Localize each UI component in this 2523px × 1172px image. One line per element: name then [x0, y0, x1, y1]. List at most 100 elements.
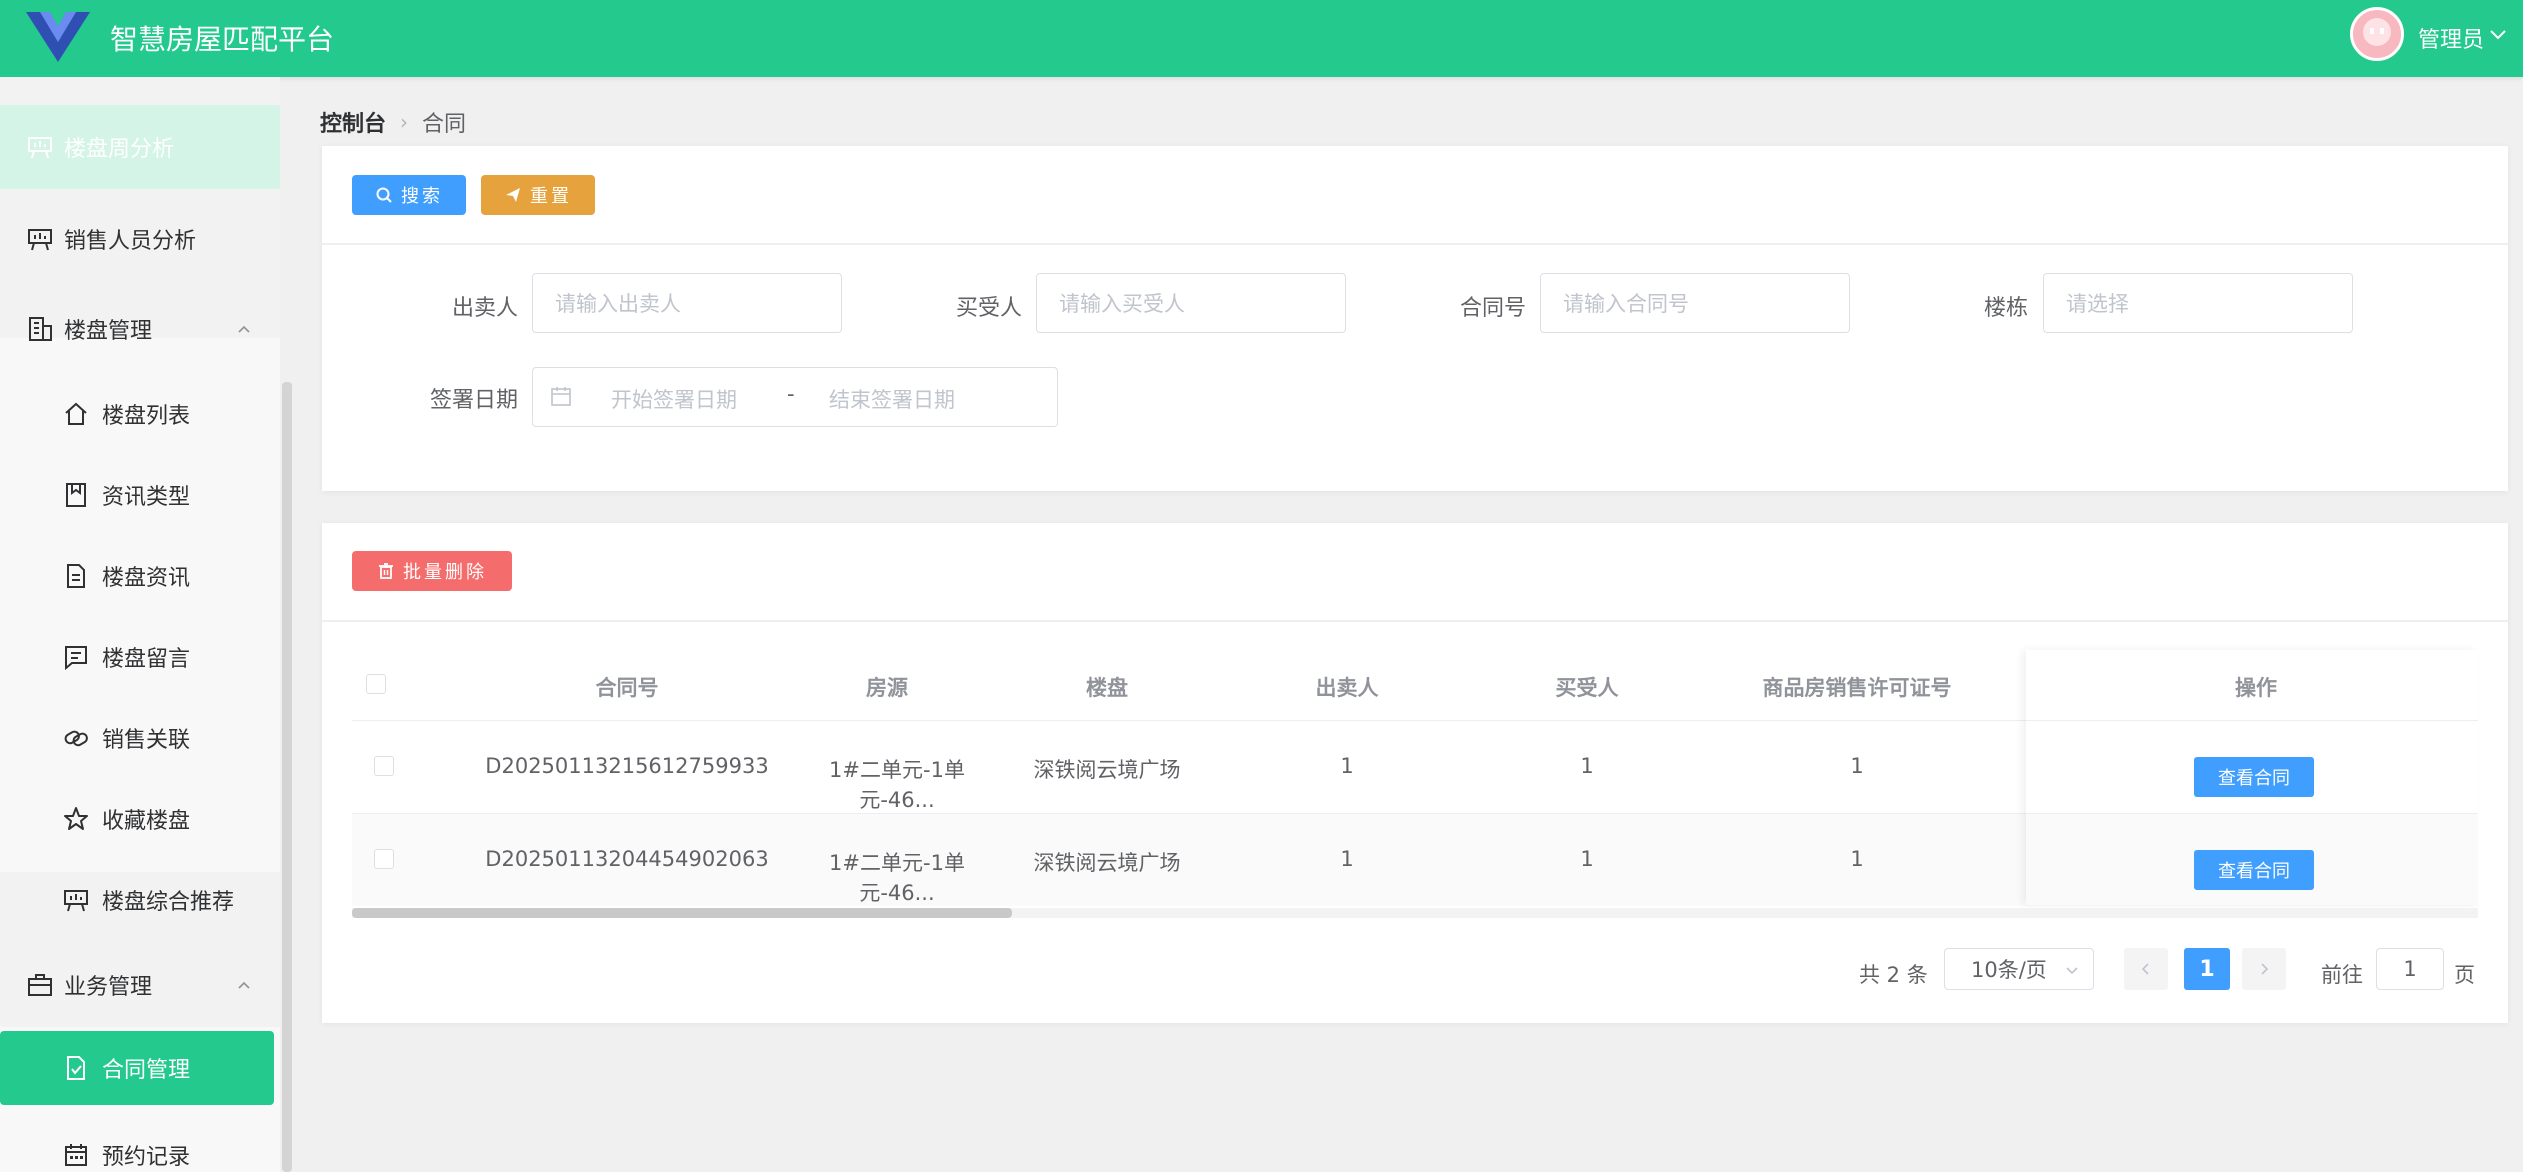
sidebar-item-label: 楼盘综合推荐	[102, 890, 235, 915]
column-header-buyer[interactable]: 买受人	[1512, 672, 1662, 702]
goto-page-input[interactable]: 1	[2376, 948, 2444, 990]
chevron-up-icon	[238, 325, 250, 333]
sidebar-group-business-management[interactable]: 业务管理	[0, 943, 280, 1027]
building-select[interactable]: 请选择	[2043, 273, 2353, 333]
view-contract-button[interactable]: 查看合同	[2194, 850, 2314, 890]
user-name[interactable]: 管理员	[2418, 22, 2484, 54]
cell-seller: 1	[1340, 847, 1354, 871]
calendar-icon	[65, 1144, 87, 1166]
page-size-select[interactable]: 10条/页	[1944, 948, 2094, 990]
seller-input[interactable]: 请输入出卖人	[532, 273, 842, 333]
pagination-total: 共 2 条	[1859, 963, 1928, 987]
chevron-right-icon	[2261, 963, 2269, 975]
table-horizontal-scrollbar[interactable]	[352, 908, 2478, 918]
app-title: 智慧房屋匹配平台	[110, 23, 335, 56]
cell-estate: 深铁阅云境广场	[1033, 851, 1181, 875]
column-header-action: 操作	[2235, 676, 2277, 700]
sidebar-item-weekly-analysis[interactable]: 楼盘周分析	[0, 105, 280, 189]
sidebar-item-estate-news[interactable]: 楼盘资讯	[0, 534, 280, 618]
column-header-estate[interactable]: 楼盘	[1032, 672, 1182, 702]
search-panel: 搜索 重置 出卖人 请输入出卖人 买受人 请输入买受人 合同号 请输入合同号 楼…	[322, 146, 2508, 491]
page-size-value: 10条/页	[1971, 958, 2047, 982]
buyer-input[interactable]: 请输入买受人	[1036, 273, 1346, 333]
reset-button[interactable]: 重置	[481, 175, 595, 215]
column-header-contract-no[interactable]: 合同号	[512, 672, 742, 702]
cell-license: 1	[1850, 847, 1864, 871]
send-icon	[506, 188, 520, 202]
sidebar-scrollbar[interactable]	[282, 382, 292, 1172]
prev-page-button[interactable]	[2124, 948, 2168, 990]
sidebar-item-label: 销售关联	[102, 728, 191, 753]
breadcrumb-current: 合同	[422, 112, 467, 137]
sidebar-item-label: 销售人员分析	[64, 229, 197, 254]
search-button[interactable]: 搜索	[352, 175, 466, 215]
divider	[322, 620, 2508, 622]
sidebar-item-label: 合同管理	[102, 1058, 191, 1083]
goto-label: 前往	[2321, 963, 2363, 987]
cell-seller: 1	[1340, 754, 1354, 778]
cell-house: 1#二单元-1单元-46...	[829, 851, 965, 905]
cell-estate: 深铁阅云境广场	[1033, 758, 1181, 782]
sign-date-range-picker[interactable]: 开始签署日期 - 结束签署日期	[532, 367, 1058, 427]
sidebar: 楼盘周分析 销售人员分析 楼盘管理 楼盘列表 资讯类型 楼盘资讯 楼盘留言 销售…	[0, 77, 280, 1172]
column-header-house[interactable]: 房源	[772, 672, 1002, 702]
building-label: 楼栋	[1983, 296, 2028, 321]
view-contract-button[interactable]: 查看合同	[2194, 757, 2314, 797]
sidebar-item-contract-management[interactable]: 合同管理	[0, 1031, 274, 1105]
sidebar-item-sales-link[interactable]: 销售关联	[0, 696, 280, 780]
chat-icon	[65, 646, 87, 671]
breadcrumb-separator-icon: ›	[400, 110, 409, 134]
star-icon	[64, 807, 88, 830]
chevron-up-icon	[238, 981, 250, 989]
house-icon	[65, 402, 87, 425]
end-date-input[interactable]: 结束签署日期	[829, 384, 955, 414]
presentation-icon	[64, 890, 88, 912]
sidebar-item-news-type[interactable]: 资讯类型	[0, 453, 280, 537]
column-header-license[interactable]: 商品房销售许可证号	[1712, 672, 2002, 702]
page-number-1[interactable]: 1	[2184, 948, 2230, 990]
sidebar-item-label: 预约记录	[102, 1145, 191, 1170]
select-all-checkbox[interactable]	[366, 674, 386, 694]
row-checkbox[interactable]	[374, 756, 394, 776]
seller-label: 出卖人	[452, 296, 519, 321]
logo-icon	[26, 12, 90, 62]
sidebar-item-estate-list[interactable]: 楼盘列表	[0, 372, 280, 456]
sidebar-item-sales-analysis[interactable]: 销售人员分析	[0, 197, 280, 281]
link-icon	[64, 730, 88, 747]
fixed-action-column: 操作 查看合同 查看合同	[2026, 650, 2478, 905]
start-date-input[interactable]: 开始签署日期	[611, 384, 737, 414]
batch-delete-button[interactable]: 批量删除	[352, 551, 512, 591]
document-icon	[67, 564, 85, 588]
date-separator: -	[787, 382, 795, 406]
row-checkbox[interactable]	[374, 849, 394, 869]
sidebar-item-label: 楼盘留言	[102, 647, 191, 672]
sidebar-item-estate-messages[interactable]: 楼盘留言	[0, 615, 280, 699]
chevron-down-icon	[2066, 967, 2078, 975]
batch-delete-label: 批量删除	[403, 562, 487, 583]
sign-date-label: 签署日期	[429, 388, 518, 413]
cell-buyer: 1	[1580, 847, 1594, 871]
contract-icon	[67, 1056, 85, 1080]
cell-buyer: 1	[1580, 754, 1594, 778]
next-page-button[interactable]	[2242, 948, 2286, 990]
sidebar-item-label: 楼盘周分析	[64, 137, 175, 162]
avatar[interactable]	[2350, 7, 2404, 61]
column-header-seller[interactable]: 出卖人	[1272, 672, 1422, 702]
search-button-label: 搜索	[401, 186, 443, 207]
sidebar-group-estate-management[interactable]: 楼盘管理	[0, 287, 280, 371]
sidebar-item-label: 楼盘资讯	[102, 566, 191, 591]
reset-button-label: 重置	[530, 186, 572, 207]
cell-contract-no: D20250113204454902063	[485, 847, 769, 871]
scrollbar-thumb[interactable]	[352, 908, 1012, 918]
sidebar-item-appointment-records[interactable]: 预约记录	[0, 1113, 280, 1172]
chevron-down-icon[interactable]	[2486, 22, 2510, 46]
building-icon	[29, 317, 52, 341]
sidebar-item-favorite-estates[interactable]: 收藏楼盘	[0, 777, 280, 861]
sidebar-item-label: 楼盘管理	[64, 319, 153, 344]
breadcrumb-home[interactable]: 控制台	[320, 106, 386, 138]
contract-no-input[interactable]: 请输入合同号	[1540, 273, 1850, 333]
contract-no-label: 合同号	[1460, 296, 1527, 321]
presentation-icon	[28, 229, 52, 251]
avatar-face-icon	[2363, 18, 2391, 46]
sidebar-item-recommendation[interactable]: 楼盘综合推荐	[0, 858, 280, 942]
